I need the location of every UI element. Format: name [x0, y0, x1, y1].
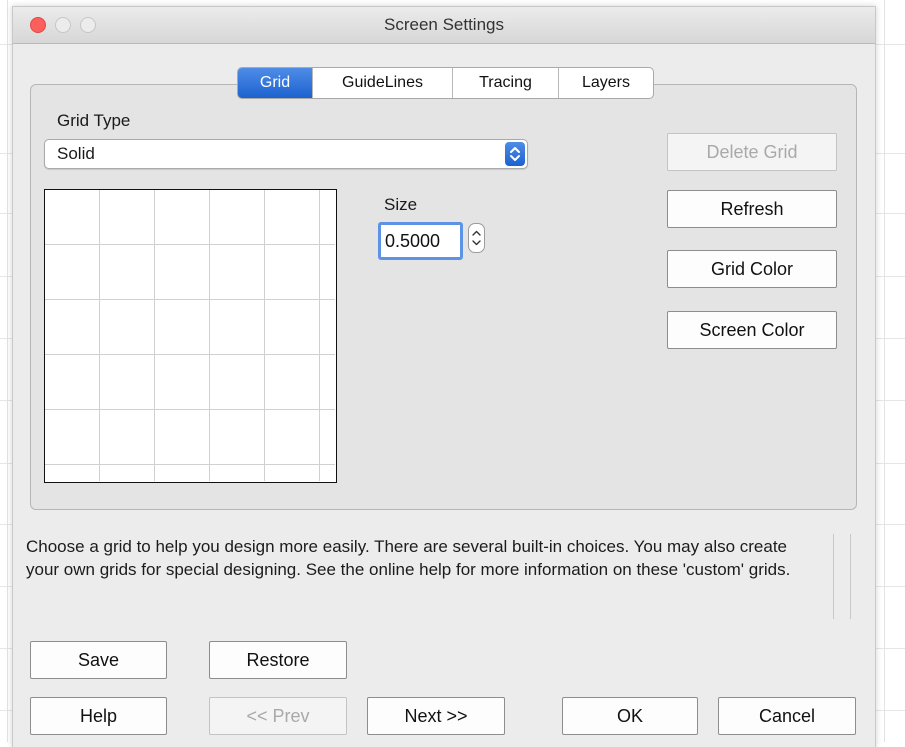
screen-color-button[interactable]: Screen Color — [667, 311, 837, 349]
grid-preview-canvas — [45, 190, 335, 481]
background-rule — [7, 0, 8, 742]
grid-type-value: Solid — [57, 144, 95, 163]
tab-layers[interactable]: Layers — [558, 68, 653, 98]
size-label: Size — [384, 195, 418, 214]
help-button[interactable]: Help — [30, 697, 167, 735]
ok-button[interactable]: OK — [562, 697, 698, 735]
grid-type-label: Grid Type — [57, 111, 131, 130]
delete-grid-button[interactable]: Delete Grid — [667, 133, 837, 171]
restore-button[interactable]: Restore — [209, 641, 347, 679]
stepper-arrows-icon[interactable] — [468, 223, 485, 253]
save-button[interactable]: Save — [30, 641, 167, 679]
help-scrollbar[interactable] — [833, 534, 851, 619]
tab-guidelines[interactable]: GuideLines — [312, 68, 452, 98]
screen-settings-window: Screen Settings Grid GuideLines Tracing … — [12, 6, 876, 747]
grid-preview — [44, 189, 337, 483]
help-description: Choose a grid to help you design more ea… — [26, 537, 791, 579]
cancel-button[interactable]: Cancel — [718, 697, 856, 735]
window-title: Screen Settings — [383, 15, 504, 34]
grid-color-button[interactable]: Grid Color — [667, 250, 837, 288]
tab-grid[interactable]: Grid — [238, 68, 312, 98]
size-input[interactable] — [378, 222, 463, 260]
chevron-updown-icon — [505, 142, 525, 166]
grid-type-select[interactable]: Solid — [44, 139, 528, 169]
tab-tracing[interactable]: Tracing — [452, 68, 558, 98]
refresh-button[interactable]: Refresh — [667, 190, 837, 228]
prev-button[interactable]: << Prev — [209, 697, 347, 735]
title-bar[interactable]: Screen Settings — [13, 7, 875, 44]
next-button[interactable]: Next >> — [367, 697, 505, 735]
background-rule — [884, 0, 885, 742]
tab-bar: Grid GuideLines Tracing Layers — [237, 67, 654, 99]
